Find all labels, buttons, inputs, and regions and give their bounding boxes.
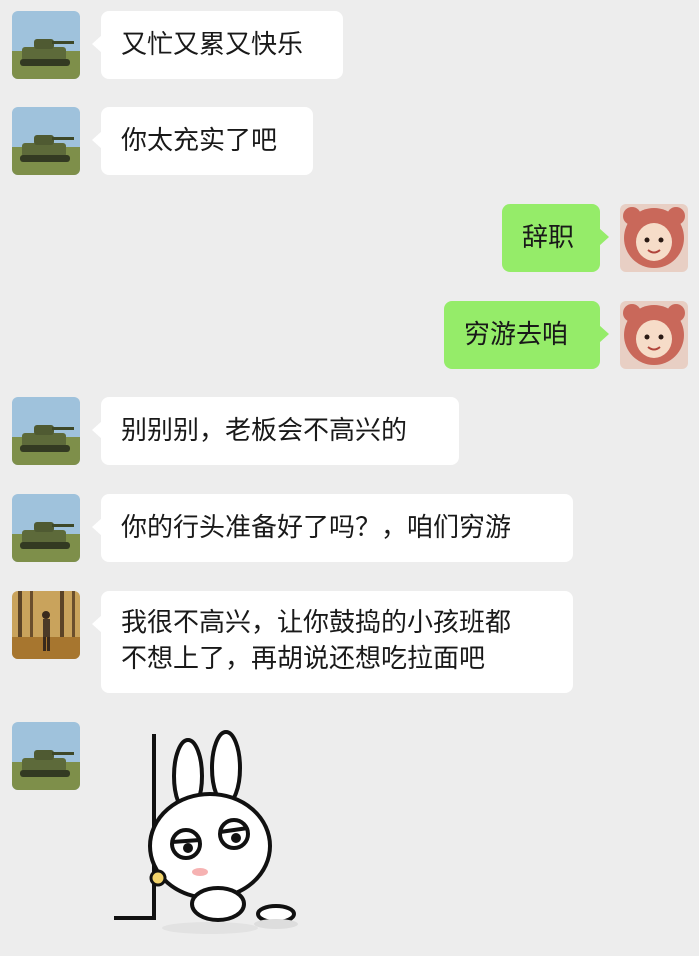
message-bubble[interactable]: 穷游去咱 [444, 301, 609, 369]
message-text: 我很不高兴，让你鼓捣的小孩班都 不想上了，再胡说还想吃拉面吧 [121, 605, 511, 677]
sulking-bunny-sticker[interactable] [100, 728, 310, 938]
message-text: 又忙又累又快乐 [121, 30, 304, 60]
message-bubble[interactable]: 辞职 [502, 204, 609, 272]
tank-avatar[interactable] [12, 494, 80, 562]
tank-avatar[interactable] [12, 722, 80, 790]
message-text: 你的行头准备好了吗？，咱们穷游 [121, 513, 512, 543]
message-bubble[interactable]: 我很不高兴，让你鼓捣的小孩班都 不想上了，再胡说还想吃拉面吧 [92, 591, 573, 693]
message-bubble[interactable]: 你的行头准备好了吗？，咱们穷游 [92, 494, 573, 562]
tank-avatar[interactable] [12, 107, 80, 175]
message-bubble[interactable]: 你太充实了吧 [92, 107, 313, 175]
message-line: 不想上了，再胡说还想吃拉面吧 [121, 644, 486, 674]
tank-avatar[interactable] [12, 397, 80, 465]
forest-avatar[interactable] [12, 591, 80, 659]
kid-avatar[interactable] [620, 301, 688, 369]
message-text: 辞职 [522, 223, 575, 253]
message-text: 穷游去咱 [464, 320, 569, 350]
message-text: 别别别，老板会不高兴的 [121, 416, 408, 446]
tank-avatar[interactable] [12, 11, 80, 79]
message-bubble[interactable]: 别别别，老板会不高兴的 [92, 397, 459, 465]
kid-avatar[interactable] [620, 204, 688, 272]
message-line: 我很不高兴，让你鼓捣的小孩班都 [121, 608, 512, 638]
message-bubble[interactable]: 又忙又累又快乐 [92, 11, 343, 79]
message-text: 你太充实了吧 [121, 126, 278, 156]
